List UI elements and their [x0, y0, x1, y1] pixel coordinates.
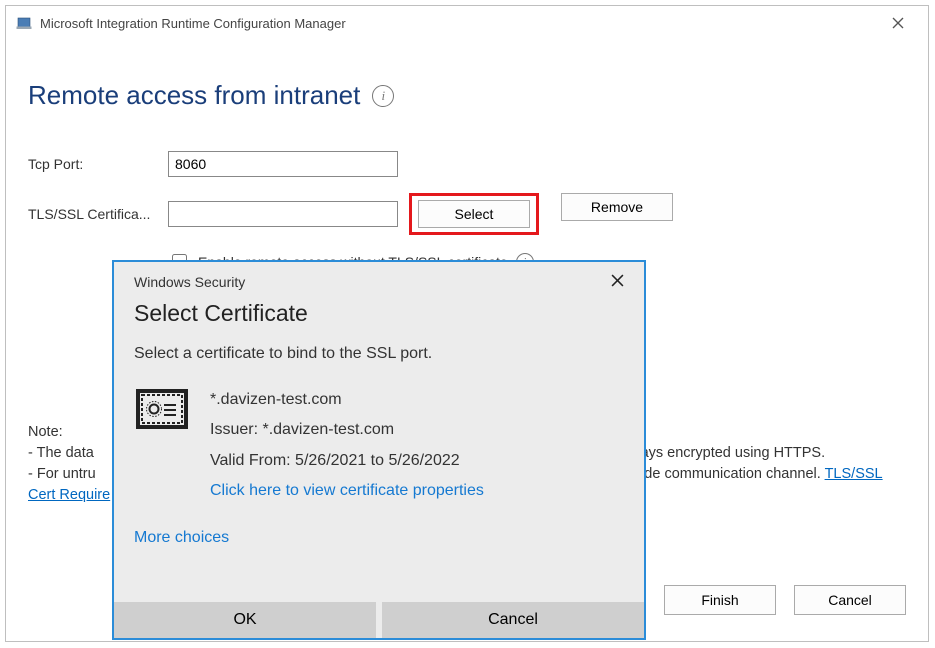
certificate-validity: Valid From: 5/26/2021 to 5/26/2022	[210, 446, 484, 476]
app-icon	[16, 15, 32, 31]
window-title: Microsoft Integration Runtime Configurat…	[40, 16, 878, 31]
tcp-port-input[interactable]	[168, 151, 398, 177]
certificate-name: *.davizen-test.com	[210, 385, 484, 415]
more-choices-link[interactable]: More choices	[134, 529, 624, 547]
tls-cert-input[interactable]	[168, 201, 398, 227]
cert-buttons: Select Remove	[418, 193, 673, 235]
page-heading-text: Remote access from intranet	[28, 80, 360, 111]
tcp-port-label: Tcp Port:	[28, 156, 168, 172]
finish-button[interactable]: Finish	[664, 585, 776, 615]
tls-cert-row: TLS/SSL Certifica... Select Remove	[28, 193, 906, 235]
dialog-instruction: Select a certificate to bind to the SSL …	[134, 345, 624, 363]
footer-buttons: Finish Cancel	[664, 585, 906, 615]
dialog-title: Select Certificate	[134, 300, 624, 327]
dialog-header: Windows Security	[134, 274, 624, 290]
select-certificate-dialog: Windows Security Select Certificate Sele…	[112, 260, 646, 640]
view-cert-properties-link[interactable]: Click here to view certificate propertie…	[210, 476, 484, 506]
titlebar: Microsoft Integration Runtime Configurat…	[6, 6, 928, 40]
tcp-port-row: Tcp Port:	[28, 151, 906, 177]
select-button[interactable]: Select	[418, 200, 530, 228]
remove-button[interactable]: Remove	[561, 193, 673, 221]
dialog-cancel-button[interactable]: Cancel	[382, 602, 644, 638]
dialog-ok-button[interactable]: OK	[114, 602, 376, 638]
certificate-item[interactable]: *.davizen-test.com Issuer: *.davizen-tes…	[134, 385, 624, 507]
dialog-buttons: OK Cancel	[114, 602, 644, 638]
window-close-button[interactable]	[878, 9, 918, 37]
info-icon[interactable]: i	[372, 85, 394, 107]
dialog-security-label: Windows Security	[134, 274, 245, 290]
dialog-close-button[interactable]	[611, 274, 624, 290]
tls-cert-label: TLS/SSL Certifica...	[28, 206, 168, 222]
select-highlight: Select	[409, 193, 539, 235]
certificate-icon	[134, 385, 190, 433]
cancel-button[interactable]: Cancel	[794, 585, 906, 615]
close-icon	[892, 17, 904, 29]
close-icon	[611, 274, 624, 287]
certificate-details: *.davizen-test.com Issuer: *.davizen-tes…	[210, 385, 484, 507]
page-heading: Remote access from intranet i	[28, 80, 906, 111]
certificate-issuer: Issuer: *.davizen-test.com	[210, 415, 484, 445]
